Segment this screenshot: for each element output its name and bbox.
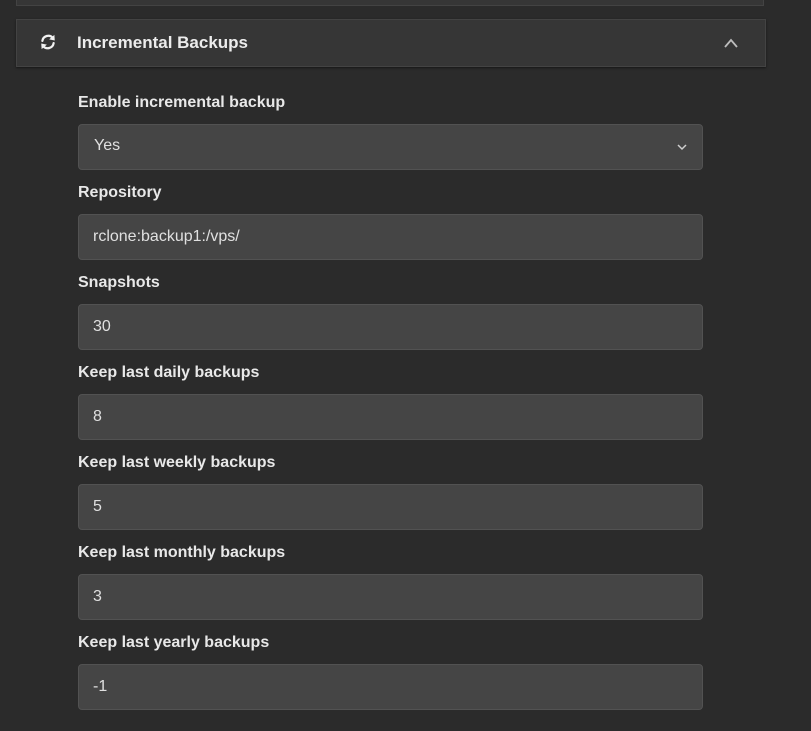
field-label: Repository (78, 184, 162, 201)
field-keep-monthly: Keep last monthly backups (78, 540, 703, 630)
field-keep-daily: Keep last daily backups (78, 360, 703, 450)
select-value: Yes (94, 137, 121, 154)
sync-icon (41, 34, 55, 50)
field-repository: Repository (78, 180, 703, 270)
incremental-backups-header[interactable]: Incremental Backups (16, 19, 766, 67)
keep-daily-input[interactable] (78, 394, 703, 440)
keep-yearly-input[interactable] (78, 664, 703, 710)
field-label: Keep last daily backups (78, 364, 260, 381)
field-enable-incremental-backup: Enable incremental backup Yes (78, 90, 703, 180)
previous-section-panel (16, 0, 764, 6)
field-label: Keep last yearly backups (78, 634, 270, 651)
field-label: Keep last weekly backups (78, 454, 276, 471)
enable-incremental-backup-select[interactable]: Yes (78, 124, 703, 170)
field-keep-yearly: Keep last yearly backups (78, 630, 703, 720)
field-label: Snapshots (78, 274, 160, 291)
section-title: Incremental Backups (77, 33, 249, 52)
repository-input[interactable] (78, 214, 703, 260)
chevron-up-icon[interactable] (723, 36, 739, 50)
chevron-down-icon (677, 144, 687, 151)
field-label: Keep last monthly backups (78, 544, 286, 561)
incremental-backup-form: Enable incremental backup Yes Repository… (78, 90, 703, 720)
snapshots-input[interactable] (78, 304, 703, 350)
field-keep-weekly: Keep last weekly backups (78, 450, 703, 540)
field-label: Enable incremental backup (78, 94, 286, 111)
keep-weekly-input[interactable] (78, 484, 703, 530)
field-snapshots: Snapshots (78, 270, 703, 360)
keep-monthly-input[interactable] (78, 574, 703, 620)
